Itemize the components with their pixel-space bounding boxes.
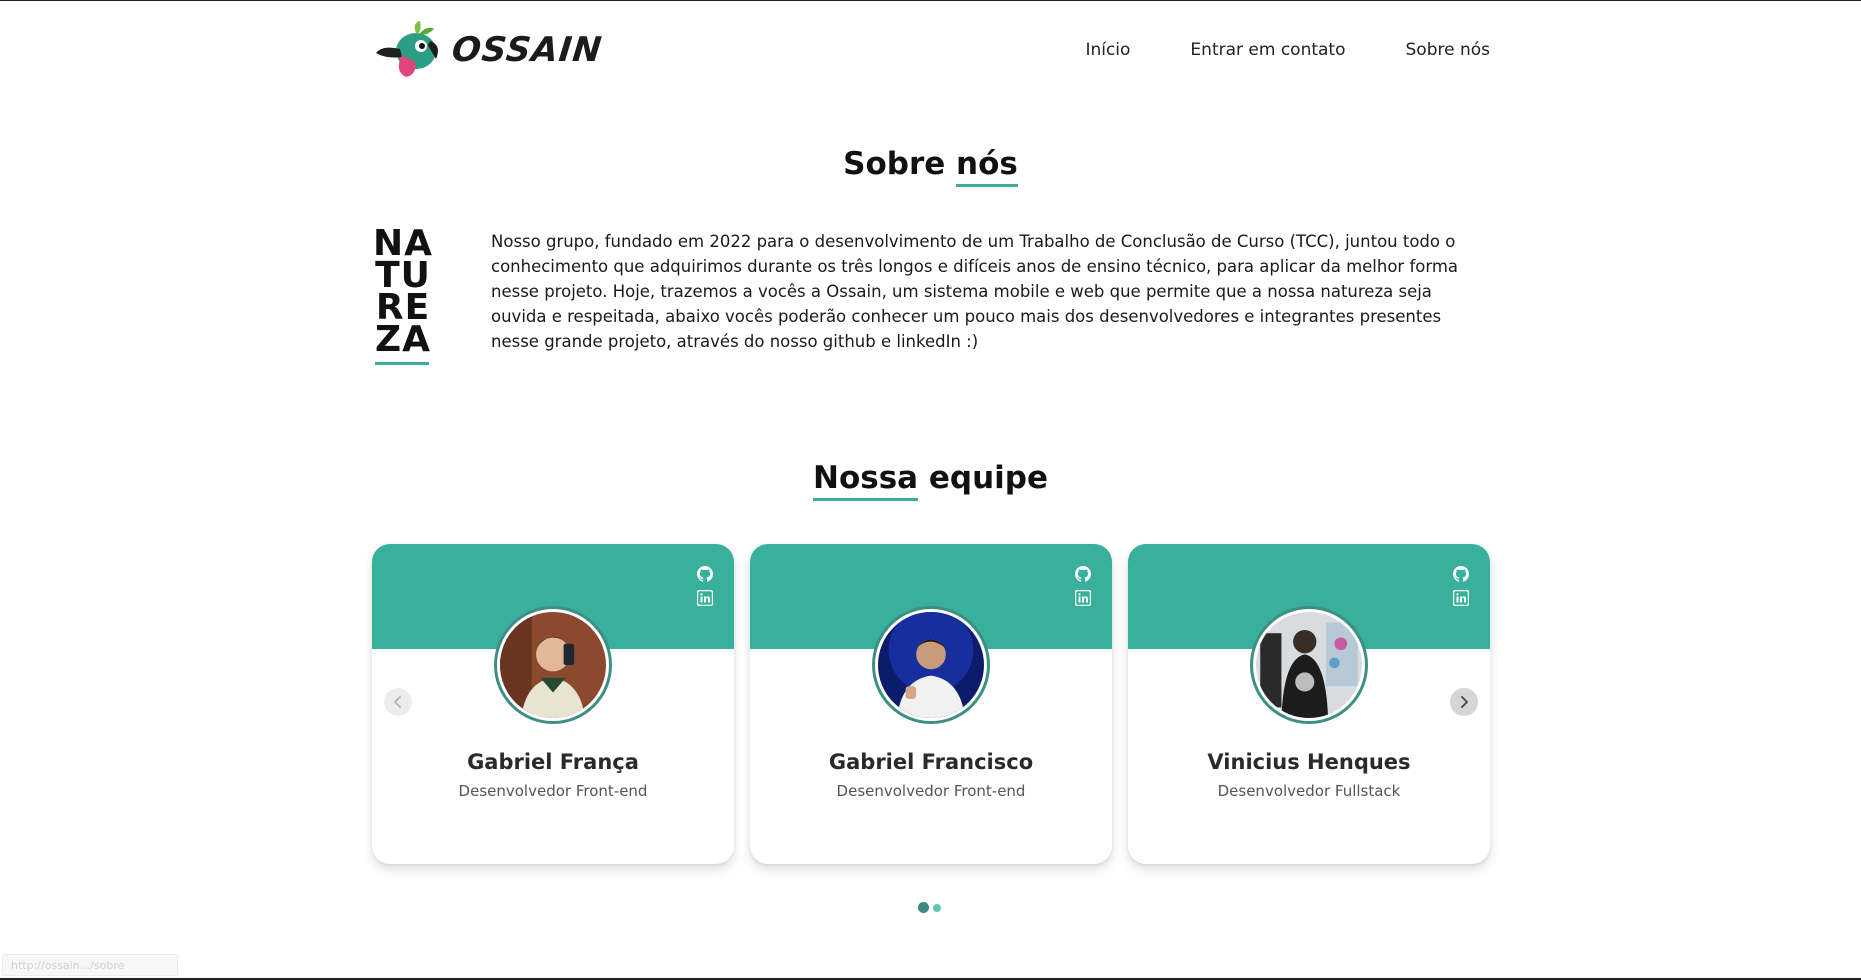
about-paragraph: Nosso grupo, fundado em 2022 para o dese…	[491, 232, 1459, 351]
team-title-plain: equipe	[918, 460, 1048, 496]
chevron-left-icon	[394, 696, 401, 708]
member-name: Gabriel Francisco	[828, 750, 1034, 774]
member-role: Desenvolvedor Front-end	[836, 782, 1026, 800]
nav-link-sobre[interactable]: Sobre nós	[1406, 40, 1491, 60]
github-icon[interactable]	[1453, 566, 1469, 582]
about-title-plain: Sobre	[843, 146, 957, 182]
member-role: Desenvolvedor Fullstack	[1217, 782, 1401, 800]
github-icon[interactable]	[697, 566, 713, 582]
avatar-photo	[1256, 612, 1362, 718]
avatar-placeholder-image	[1256, 612, 1362, 718]
card-social-links	[694, 566, 716, 606]
top-border	[0, 0, 1861, 1]
pagination-dot-active[interactable]	[918, 902, 929, 913]
card-social-links	[1072, 566, 1094, 606]
carousel-prev-button[interactable]	[384, 688, 412, 716]
logo-mascot-icon	[376, 21, 438, 77]
avatar	[494, 606, 612, 724]
browser-status-url: http://ossain.../sobre	[2, 954, 178, 976]
site-header: OSSAIN Início Entrar em contato Sobre nó…	[372, 18, 1490, 82]
carousel-next-button[interactable]	[1450, 688, 1478, 716]
linkedin-icon[interactable]	[1075, 590, 1091, 606]
card-social-links	[1450, 566, 1472, 606]
nav-link-inicio[interactable]: Início	[1085, 40, 1130, 60]
avatar-photo	[500, 612, 606, 718]
team-title: Nossa equipe	[0, 460, 1861, 501]
natureza-line-4: ZA	[375, 319, 431, 360]
member-role: Desenvolvedor Front-end	[458, 782, 648, 800]
about-title-underlined: nós	[956, 146, 1018, 187]
carousel-pagination	[918, 902, 941, 913]
team-card: Gabriel França Desenvolvedor Front-end	[372, 544, 734, 864]
pagination-dot[interactable]	[933, 903, 941, 912]
chevron-right-icon	[1461, 696, 1468, 708]
avatar	[1250, 606, 1368, 724]
main-nav: Início Entrar em contato Sobre nós	[1085, 40, 1490, 60]
logo[interactable]: OSSAIN	[372, 18, 605, 82]
linkedin-icon[interactable]	[697, 590, 713, 606]
team-card: Vinicius Henques Desenvolvedor Fullstack	[1128, 544, 1490, 864]
avatar-placeholder-image	[878, 612, 984, 718]
linkedin-icon[interactable]	[1453, 590, 1469, 606]
avatar-placeholder-image	[500, 612, 606, 718]
natureza-underline	[375, 362, 429, 365]
avatar-photo	[878, 612, 984, 718]
nav-link-contato[interactable]: Entrar em contato	[1190, 40, 1345, 60]
about-title: Sobre nós	[0, 146, 1861, 187]
avatar	[872, 606, 990, 724]
logo-text: OSSAIN	[449, 30, 605, 70]
natureza-word-graphic: NA TU RE ZA	[372, 226, 434, 360]
github-icon[interactable]	[1075, 566, 1091, 582]
member-name: Gabriel França	[467, 750, 639, 774]
team-card: Gabriel Francisco Desenvolvedor Front-en…	[750, 544, 1112, 864]
team-title-underlined: Nossa	[813, 460, 919, 501]
member-name: Vinicius Henques	[1207, 750, 1411, 774]
